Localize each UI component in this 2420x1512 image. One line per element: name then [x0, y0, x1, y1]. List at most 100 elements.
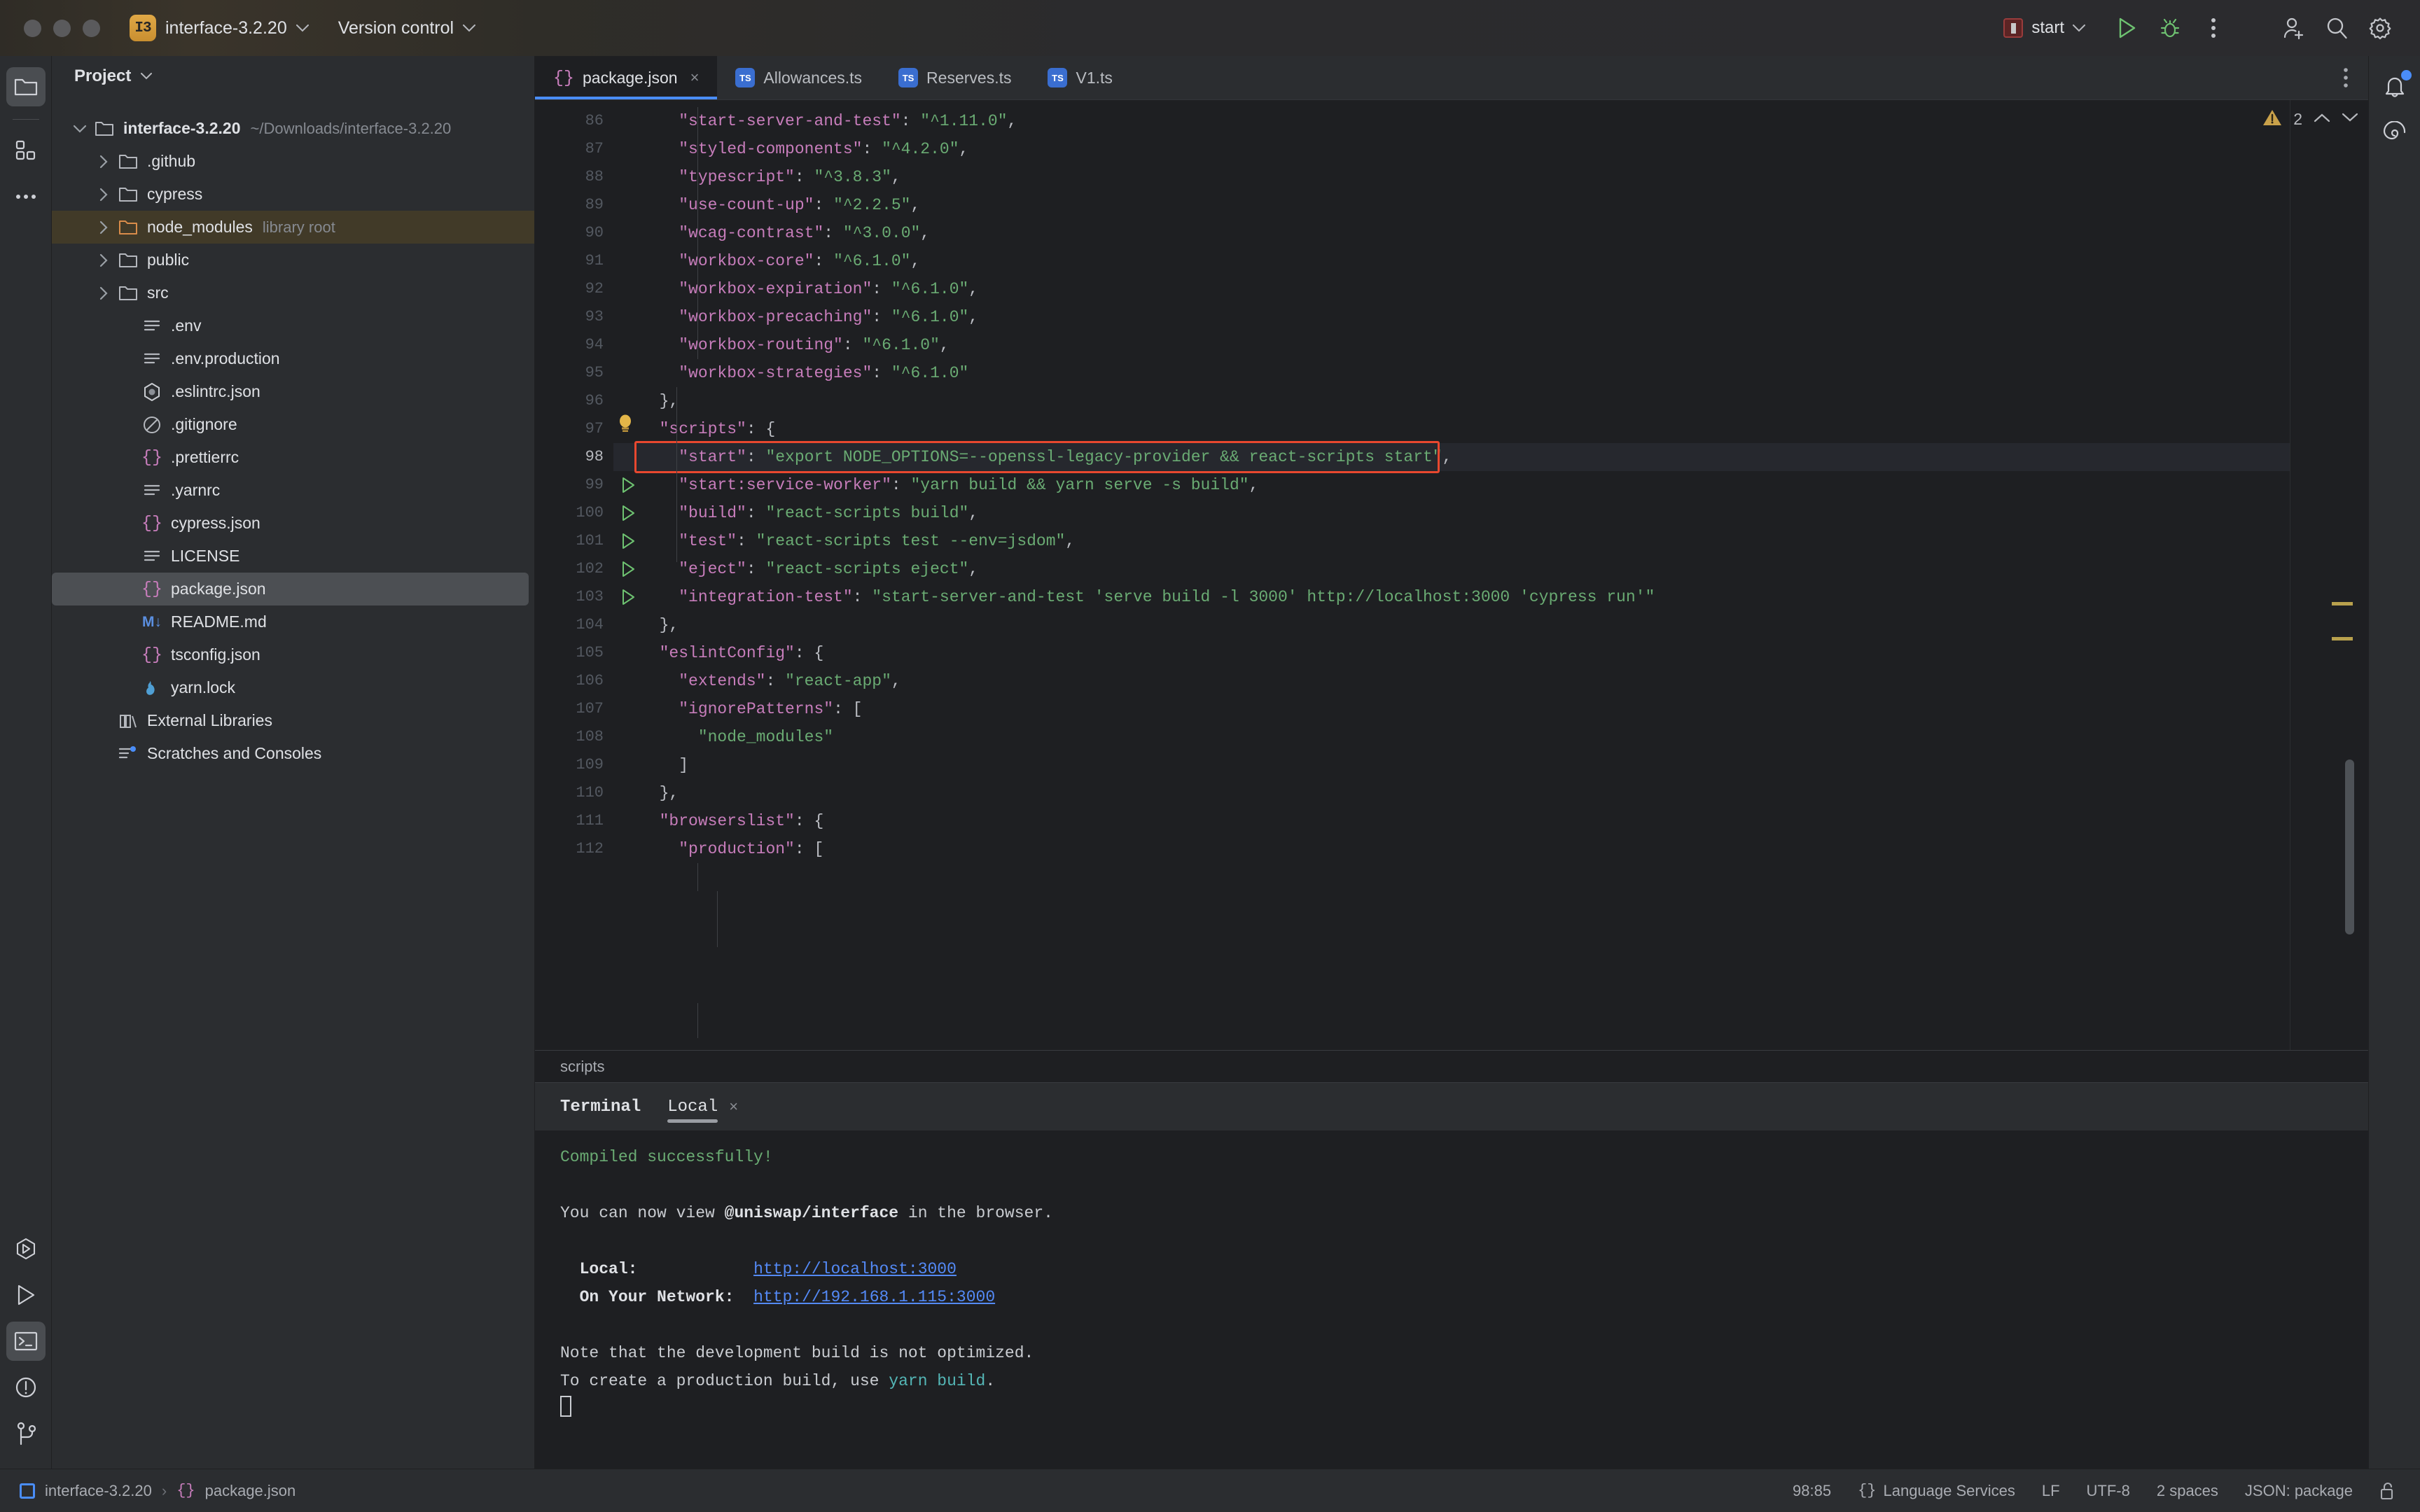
- code-line[interactable]: ]: [613, 751, 2290, 779]
- editor-tab-bar[interactable]: {} package.json × TS Allowances.ts TS Reserves…: [535, 56, 2368, 99]
- status-project-name[interactable]: interface-3.2.20: [45, 1482, 152, 1500]
- code-line[interactable]: "node_modules": [613, 723, 2290, 751]
- code-line[interactable]: "browserslist": {: [613, 807, 2290, 835]
- editor-breadcrumb[interactable]: scripts: [535, 1050, 2368, 1082]
- sidebar-item-run[interactable]: [6, 1275, 46, 1315]
- tree-item-tsconfig-json[interactable]: {} tsconfig.json: [52, 638, 534, 671]
- tree-item-env-production[interactable]: .env.production: [52, 342, 534, 375]
- settings-gear-icon[interactable]: [2358, 6, 2402, 50]
- editor-tab-package-json[interactable]: {} package.json ×: [535, 56, 718, 99]
- tree-item-readme-md[interactable]: M↓ README.md: [52, 606, 534, 638]
- next-problem-icon[interactable]: [2342, 113, 2358, 126]
- chevron-right-icon[interactable]: [91, 253, 116, 267]
- language-services-widget[interactable]: {} Language Services: [1858, 1482, 2015, 1500]
- code-line[interactable]: "start-server-and-test": "^1.11.0",: [613, 107, 2290, 135]
- terminal-session-tab-local[interactable]: Local ×: [667, 1098, 738, 1123]
- sidebar-item-version-control[interactable]: [6, 1414, 46, 1453]
- sidebar-item-terminal[interactable]: [6, 1322, 46, 1361]
- chevron-right-icon[interactable]: [91, 188, 116, 202]
- caret-position[interactable]: 98:85: [1793, 1482, 1831, 1500]
- editor-gutter[interactable]: 86 87 88 89 90 91 92 93 94 95 96 97 98 99 100 101 102 103…: [535, 100, 634, 1050]
- run-icon[interactable]: [2105, 6, 2148, 50]
- encoding-widget[interactable]: UTF-8: [2087, 1482, 2130, 1500]
- project-panel-header[interactable]: Project: [52, 56, 534, 97]
- editor-tabs-more-icon[interactable]: [2343, 56, 2368, 99]
- json-schema-widget[interactable]: JSON: package: [2245, 1482, 2353, 1500]
- code-line[interactable]: },: [613, 387, 2290, 415]
- code-line[interactable]: "workbox-routing": "^6.1.0",: [613, 331, 2290, 359]
- code-line[interactable]: "eject": "react-scripts eject",: [613, 555, 2290, 583]
- tree-item-env[interactable]: .env: [52, 309, 534, 342]
- minimize-window-button[interactable]: [53, 19, 71, 37]
- code-line[interactable]: "styled-components": "^4.2.0",: [613, 135, 2290, 163]
- window-controls[interactable]: [24, 19, 100, 37]
- tree-item-yarn-lock[interactable]: yarn.lock: [52, 671, 534, 704]
- tree-item-scratches-and-consoles[interactable]: Scratches and Consoles: [52, 737, 534, 770]
- code-line[interactable]: "extends": "react-app",: [613, 667, 2290, 695]
- close-window-button[interactable]: [24, 19, 41, 37]
- tree-item-license[interactable]: LICENSE: [52, 540, 534, 573]
- close-icon[interactable]: ×: [690, 69, 700, 87]
- code-line[interactable]: "workbox-precaching": "^6.1.0",: [613, 303, 2290, 331]
- maximize-window-button[interactable]: [83, 19, 100, 37]
- sidebar-item-structure[interactable]: [6, 131, 46, 170]
- editor-error-stripe[interactable]: 2: [2263, 100, 2368, 1050]
- tree-item-cypress[interactable]: cypress: [52, 178, 534, 211]
- indent-widget[interactable]: 2 spaces: [2157, 1482, 2218, 1500]
- run-configuration-selector[interactable]: start: [2003, 18, 2085, 38]
- sidebar-item-project[interactable]: [6, 67, 46, 106]
- error-stripe-marker[interactable]: [2332, 637, 2353, 640]
- code-line[interactable]: "production": [: [613, 835, 2290, 863]
- code-line[interactable]: "scripts": {: [613, 415, 2290, 443]
- ai-assistant-spiral-icon[interactable]: [2375, 113, 2414, 153]
- tree-item-eslintrc-json[interactable]: .eslintrc.json: [52, 375, 534, 408]
- chevron-right-icon[interactable]: [91, 286, 116, 300]
- code-line[interactable]: "integration-test": "start-server-and-te…: [613, 583, 2290, 611]
- tree-item-external-libraries[interactable]: External Libraries: [52, 704, 534, 737]
- sidebar-item-problems[interactable]: [6, 1368, 46, 1407]
- terminal-cursor[interactable]: [560, 1396, 571, 1417]
- editor-tab-allowances-ts[interactable]: TS Allowances.ts: [717, 56, 880, 99]
- add-user-icon[interactable]: [2272, 6, 2315, 50]
- terminal-url-link[interactable]: http://192.168.1.115:3000: [753, 1288, 995, 1306]
- code-line[interactable]: "ignorePatterns": [: [613, 695, 2290, 723]
- previous-problem-icon[interactable]: [2314, 113, 2330, 126]
- code-line[interactable]: },: [613, 611, 2290, 639]
- code-line[interactable]: "workbox-expiration": "^6.1.0",: [613, 275, 2290, 303]
- tree-item-prettierrc[interactable]: {} .prettierrc: [52, 441, 534, 474]
- tree-item-github[interactable]: .github: [52, 145, 534, 178]
- more-actions-icon[interactable]: [2192, 6, 2235, 50]
- line-separator-widget[interactable]: LF: [2042, 1482, 2060, 1500]
- project-selector[interactable]: I3 interface-3.2.20: [130, 15, 309, 41]
- code-line[interactable]: "start": "export NODE_OPTIONS=--openssl-…: [613, 443, 2290, 471]
- error-stripe-marker[interactable]: [2332, 602, 2353, 606]
- terminal-output[interactable]: Compiled successfully! You can now view …: [535, 1130, 2368, 1469]
- code-line[interactable]: "start:service-worker": "yarn build && y…: [613, 471, 2290, 499]
- sidebar-item-more-tools[interactable]: [6, 177, 46, 216]
- code-line[interactable]: "workbox-core": "^6.1.0",: [613, 247, 2290, 275]
- code-line[interactable]: "eslintConfig": {: [613, 639, 2290, 667]
- search-icon[interactable]: [2315, 6, 2358, 50]
- tree-item-public[interactable]: public: [52, 244, 534, 276]
- status-file-name[interactable]: package.json: [205, 1482, 296, 1500]
- chevron-right-icon[interactable]: [91, 220, 116, 234]
- debug-icon[interactable]: [2148, 6, 2192, 50]
- unlocked-padlock-icon[interactable]: [2379, 1481, 2396, 1501]
- code-line[interactable]: "typescript": "^3.8.3",: [613, 163, 2290, 191]
- sidebar-item-services[interactable]: [6, 1229, 46, 1268]
- tree-item-yarnrc[interactable]: .yarnrc: [52, 474, 534, 507]
- chevron-down-icon[interactable]: [67, 124, 92, 134]
- project-tree[interactable]: interface-3.2.20 ~/Downloads/interface-3.…: [52, 97, 534, 770]
- chevron-right-icon[interactable]: [91, 155, 116, 169]
- tree-item-package-json[interactable]: {} package.json: [52, 573, 529, 606]
- version-control-selector[interactable]: Version control: [338, 18, 476, 38]
- tree-item-src[interactable]: src: [52, 276, 534, 309]
- editor-code-area[interactable]: "start-server-and-test": "^1.11.0", "sty…: [613, 100, 2290, 1050]
- code-line[interactable]: "test": "react-scripts test --env=jsdom"…: [613, 527, 2290, 555]
- tree-item-interface-3-2-20[interactable]: interface-3.2.20 ~/Downloads/interface-3.…: [52, 112, 534, 145]
- inspection-widget[interactable]: 2: [2262, 108, 2358, 130]
- editor-tab-v1-ts[interactable]: TS V1.ts: [1029, 56, 1130, 99]
- code-line[interactable]: "use-count-up": "^2.2.5",: [613, 191, 2290, 219]
- code-line[interactable]: },: [613, 779, 2290, 807]
- editor-vertical-scrollbar[interactable]: [2345, 760, 2354, 934]
